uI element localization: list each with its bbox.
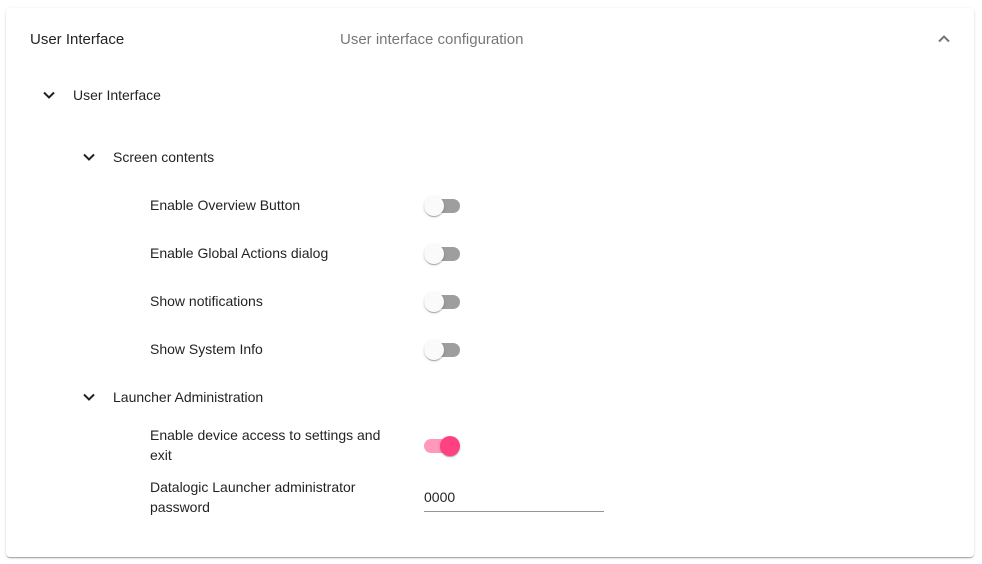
collapse-panel-button[interactable] [932, 28, 956, 48]
user-interface-group-label[interactable]: User Interface [73, 85, 161, 105]
screen-contents-toggle[interactable] [79, 147, 99, 167]
show-notifications-label: Show notifications [150, 293, 263, 309]
administrator-password-label: Datalogic Launcher administrator passwor… [150, 479, 356, 515]
launcher-administration-toggle[interactable] [79, 387, 99, 407]
show-system-info-toggle[interactable] [424, 340, 460, 360]
toggle-thumb [440, 436, 460, 456]
launcher-administration-label[interactable]: Launcher Administration [113, 387, 263, 407]
show-notifications-toggle[interactable] [424, 292, 460, 312]
enable-overview-button-label: Enable Overview Button [150, 197, 301, 213]
show-system-info-label: Show System Info [150, 341, 263, 357]
enable-device-access-toggle[interactable] [424, 436, 460, 456]
administrator-password-input[interactable] [424, 487, 604, 507]
enable-global-actions-toggle[interactable] [424, 244, 460, 264]
screen-contents-label[interactable]: Screen contents [113, 147, 214, 167]
chevron-down-icon [83, 153, 95, 161]
administrator-password-field[interactable] [424, 485, 604, 512]
chevron-down-icon [43, 91, 55, 99]
toggle-thumb [424, 340, 444, 360]
user-interface-group-toggle[interactable] [39, 85, 59, 105]
enable-overview-button-toggle[interactable] [424, 196, 460, 216]
chevron-up-icon [938, 34, 950, 42]
enable-global-actions-label: Enable Global Actions dialog [150, 245, 329, 261]
toggle-thumb [424, 196, 444, 216]
panel-description: User interface configuration [340, 31, 524, 48]
chevron-down-icon [83, 393, 95, 401]
expansion-panel: User Interface User interface configurat… [6, 8, 974, 557]
panel-title[interactable]: User Interface [30, 30, 124, 50]
toggle-thumb [424, 244, 444, 264]
toggle-thumb [424, 292, 444, 312]
enable-device-access-label: Enable device access to settings and exi… [150, 427, 381, 463]
